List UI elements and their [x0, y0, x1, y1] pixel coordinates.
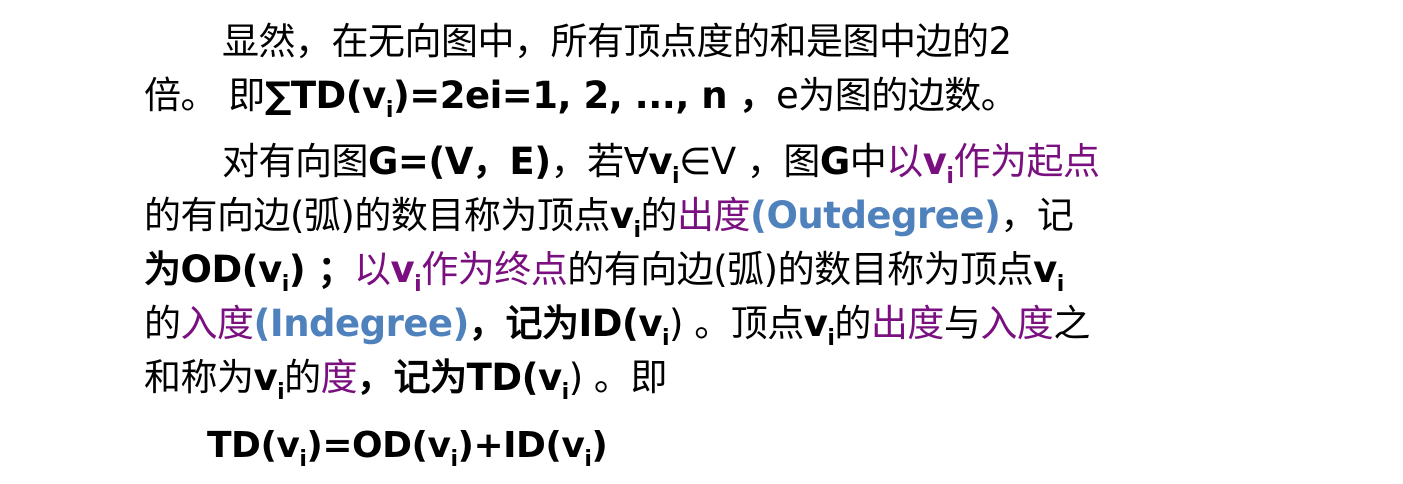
degree-formula: TD(vi)=OD(vi)+ID(vi) [207, 422, 608, 471]
text-segment: 的有向边(弧)的数目称为顶点 [144, 194, 610, 237]
sum-formula-b: )=2e [392, 74, 490, 117]
text-segment: 中 [849, 140, 887, 183]
term-outdegree: 出度 [870, 302, 945, 345]
slide: 显然，在无向图中，所有顶点度的和是图中边的2 倍。 即∑TD(vi)=2ei=1… [0, 0, 1403, 484]
index-range: i=1, 2, ..., n ， [489, 74, 777, 117]
graph-notation: G=(V，E) [368, 140, 551, 183]
term-indegree: 入度 [180, 302, 255, 345]
para2-line3: 为OD(vi) ；以vi作为终点的有向边(弧)的数目称为顶点vi [144, 246, 1065, 297]
vertex-v: v [390, 248, 415, 291]
vertex-v: v [922, 140, 947, 183]
vertex-v: v [538, 356, 562, 399]
text-segment: ) 。顶点 [669, 302, 804, 345]
vertex-v: v [258, 248, 282, 291]
term-outdegree: 出度 [677, 194, 751, 237]
formula-part: )+ID(v [457, 425, 585, 466]
paren: ( [253, 302, 271, 345]
graph-g: G [819, 140, 850, 183]
para1-line1-text: 显然，在无向图中，所有顶点度的和是图中边的2 [222, 20, 1012, 63]
text-segment: 对有向图 [222, 140, 369, 183]
vertex-v: v [253, 356, 278, 399]
vertex-v: v [648, 140, 673, 183]
para2-line2: 的有向边(弧)的数目称为顶点vi的出度(Outdegree)，记 [144, 192, 1074, 243]
term-start: 以 [886, 140, 923, 183]
formula-part: ) [591, 425, 608, 466]
subscript-i: i [561, 380, 570, 405]
text-segment: ，记 [1000, 194, 1074, 237]
subscript-i: i [633, 218, 642, 243]
english-indegree: Indegree [269, 302, 453, 345]
text-segment: ) 。即 [568, 356, 668, 399]
text-segment: 之 [1053, 302, 1090, 345]
subscript-i: i [1056, 272, 1065, 297]
subscript-i: i [385, 98, 394, 123]
term-end: 作为终点 [421, 248, 568, 291]
vertex-v: v [1033, 248, 1057, 291]
text-segment: ，若∀ [550, 140, 649, 183]
para2-line4: 的入度(Indegree)，记为ID(vi) 。顶点vi的出度与入度之 [144, 300, 1090, 351]
text-segment: 的 [284, 356, 321, 399]
para1-suffix: e为图的边数。 [776, 74, 1018, 117]
text-segment: 和称为 [144, 356, 254, 399]
text-segment: 与 [943, 302, 981, 345]
term-indegree: 入度 [980, 302, 1054, 345]
id-notation: ，记为ID( [468, 302, 639, 345]
text-segment: 的 [144, 302, 181, 345]
para2-line5: 和称为vi的度，记为TD(vi) 。即 [144, 354, 668, 405]
subscript-i: i [281, 272, 290, 297]
term-end: 以 [354, 248, 391, 291]
para1-line2-prefix: 倍。 即 [144, 74, 265, 117]
paren: ) [983, 194, 1001, 237]
subscript-i: i [661, 326, 670, 351]
paren: ( [750, 194, 767, 237]
text-segment: ) ； [288, 248, 355, 291]
text-segment: 的 [640, 194, 678, 237]
td-notation: ，记为TD( [357, 356, 539, 399]
term-degree: 度 [320, 356, 358, 399]
vertex-v: v [609, 194, 634, 237]
formula-part: TD(v [207, 425, 300, 466]
english-outdegree: Outdegree [766, 194, 984, 237]
vertex-v: v [638, 302, 662, 345]
text-segment: 的有向边(弧)的数目称为顶点 [567, 248, 1034, 291]
para1-line2: 倍。 即∑TD(vi)=2ei=1, 2, ..., n ，e为图的边数。 [144, 72, 1018, 123]
para1-line1: 显然，在无向图中，所有顶点度的和是图中边的2 [222, 18, 1012, 66]
para2-line1: 对有向图G=(V，E)，若∀vi∈V ，图G中以vi作为起点 [222, 138, 1100, 188]
text-segment: 的 [834, 302, 871, 345]
vertex-v: v [803, 302, 828, 345]
od-notation: 为OD( [144, 248, 259, 291]
paren: ) [452, 302, 470, 345]
formula-part: )=OD(v [306, 425, 451, 466]
text-segment: ∈V ，图 [679, 140, 820, 183]
term-start: 作为起点 [953, 140, 1100, 183]
sum-formula-a: ∑TD(v [264, 74, 387, 117]
